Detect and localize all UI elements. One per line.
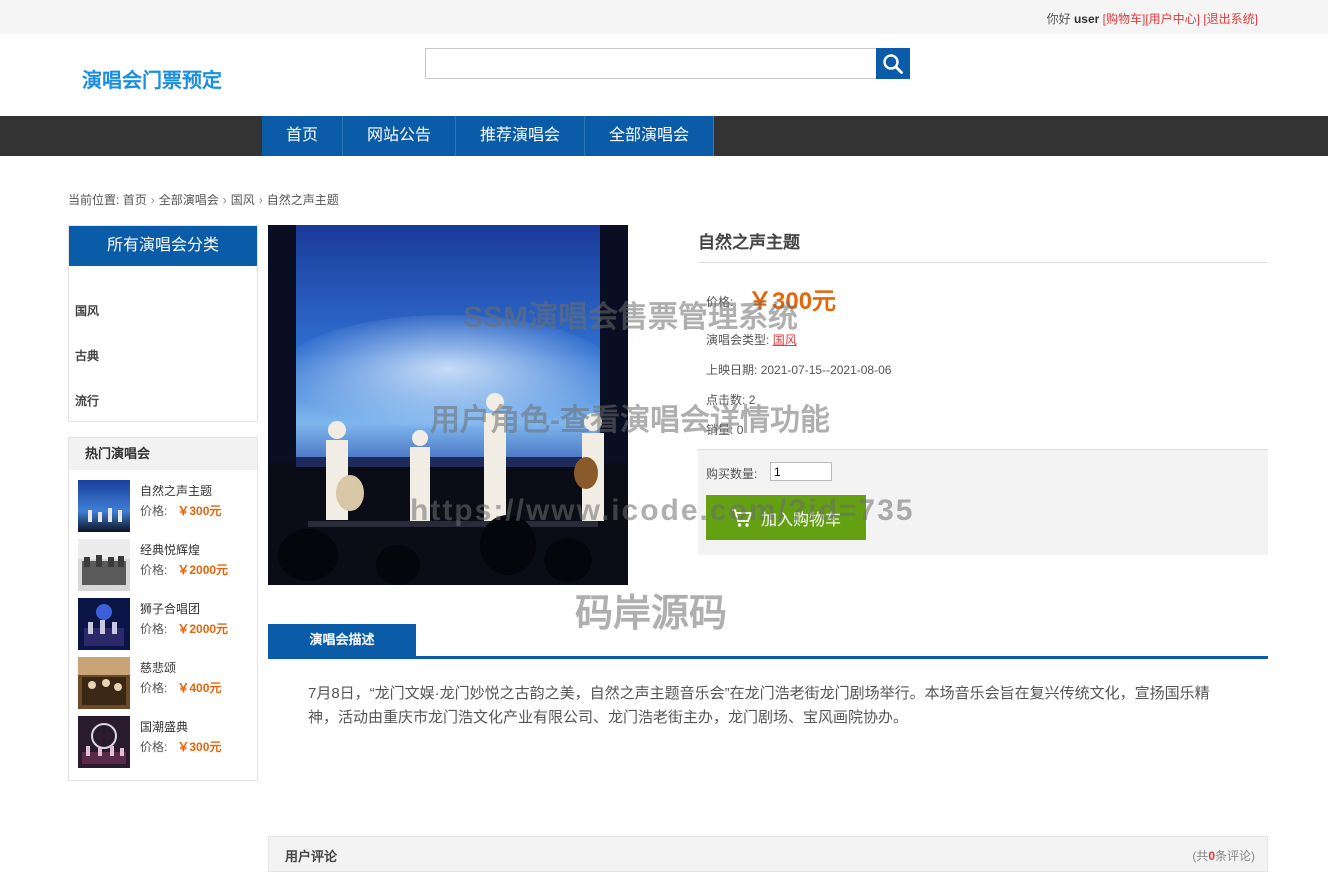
breadcrumb-category[interactable]: 国风: [231, 193, 255, 207]
hot-concert-name: 经典悦辉煌: [140, 543, 201, 557]
add-to-cart-button[interactable]: 加入购物车: [706, 495, 866, 540]
price-value: ￥300元: [177, 740, 222, 754]
show-date-value: 2021-07-15--2021-08-06: [760, 363, 892, 377]
show-date-row: 上映日期: 2021-07-15--2021-08-06: [706, 361, 891, 378]
hot-concert-name: 狮子合唱团: [140, 602, 201, 616]
concert-type-row: 演唱会类型: 国风: [706, 331, 797, 348]
greeting-text: 你好: [1046, 12, 1071, 26]
breadcrumb-prefix: 当前位置:: [68, 193, 120, 207]
chevron-right-icon: ›: [150, 193, 155, 207]
concert-type-label: 演唱会类型:: [706, 333, 770, 347]
price-value: ￥2000元: [177, 622, 229, 636]
price-label: 价格:: [140, 504, 168, 518]
category-panel-title: 所有演唱会分类: [69, 226, 257, 266]
shopping-cart-icon: [731, 508, 752, 527]
sales-row: 销量: 0: [706, 421, 743, 438]
nav-all-concerts[interactable]: 全部演唱会: [585, 116, 715, 156]
count-suffix: 条评论): [1215, 849, 1255, 863]
hot-concerts-title: 热门演唱会: [69, 438, 257, 470]
hot-concert-name: 慈悲颂: [140, 661, 177, 675]
hot-concert-item[interactable]: 狮子合唱团 价格: ￥2000元: [78, 598, 253, 650]
breadcrumb-home[interactable]: 首页: [123, 193, 147, 207]
tab-underline: [268, 656, 1268, 659]
comments-title: 用户评论: [285, 849, 338, 864]
breadcrumb-current: 自然之声主题: [266, 193, 339, 207]
price-value: ￥2000元: [177, 563, 229, 577]
concert-thumbnail: [78, 539, 130, 591]
comments-count: (共0条评论): [1192, 847, 1255, 864]
nav-recommended[interactable]: 推荐演唱会: [456, 116, 586, 156]
price-value: ￥300元: [177, 504, 222, 518]
category-item[interactable]: 流行: [75, 392, 99, 409]
hot-concert-price: 价格: ￥300元: [140, 738, 221, 755]
price-label: 价格:: [140, 681, 168, 695]
hot-concerts-panel: 热门演唱会 自然之声主题 价格: ￥300元 经典悦辉煌 价格: ￥2000元 狮子…: [68, 437, 258, 781]
price-label: 价格:: [140, 622, 168, 636]
concert-thumbnail: [78, 657, 130, 709]
search-input[interactable]: [425, 48, 877, 79]
hot-concert-item[interactable]: 自然之声主题 价格: ￥300元: [78, 480, 253, 532]
sales-label: 销量:: [706, 423, 734, 437]
quantity-input[interactable]: [770, 462, 832, 481]
hot-concert-name: 国潮盛典: [140, 720, 189, 734]
sales-value: 0: [736, 423, 744, 437]
concert-description: 7月8日，“龙门文娱·龙门妙悦之古韵之美，自然之声主题音乐会”在龙门浩老街龙门剧…: [308, 685, 1210, 726]
title-divider: [698, 262, 1268, 263]
category-panel: 所有演唱会分类 国风 古典 流行: [68, 225, 258, 422]
search-button[interactable]: [876, 48, 910, 79]
category-item[interactable]: 古典: [75, 347, 99, 364]
cart-link[interactable]: [购物车]: [1103, 12, 1146, 26]
concert-thumbnail: [78, 716, 130, 768]
breadcrumb: 当前位置: 首页 › 全部演唱会 › 国风 › 自然之声主题: [68, 191, 339, 208]
concert-type-link[interactable]: 国风: [773, 333, 797, 347]
chevron-right-icon: ›: [258, 193, 263, 207]
price-label: 价格:: [140, 740, 168, 754]
main-nav: 首页 网站公告 推荐演唱会 全部演唱会: [0, 116, 1328, 156]
show-date-label: 上映日期:: [706, 363, 758, 377]
add-to-cart-label: 加入购物车: [760, 511, 841, 529]
purchase-panel: 购买数量: 加入购物车: [698, 449, 1268, 555]
price-value: ￥400元: [177, 681, 222, 695]
hot-concert-price: 价格: ￥2000元: [140, 561, 228, 578]
hot-concert-item[interactable]: 经典悦辉煌 价格: ￥2000元: [78, 539, 253, 591]
username: user: [1073, 12, 1100, 26]
quantity-label: 购买数量:: [706, 467, 758, 481]
comments-header: 用户评论 (共0条评论): [268, 836, 1268, 872]
chevron-right-icon: ›: [222, 193, 227, 207]
logout-link[interactable]: [退出系统]: [1203, 12, 1258, 26]
nav-announcements[interactable]: 网站公告: [343, 116, 457, 156]
hot-concert-name: 自然之声主题: [140, 484, 213, 498]
watermark-text: 码岸源码: [575, 593, 728, 635]
clicks-value: 2: [748, 393, 756, 407]
hot-concert-item[interactable]: 国潮盛典 价格: ￥300元: [78, 716, 253, 768]
concert-title: 自然之声主题: [698, 233, 800, 252]
count-value: 0: [1208, 849, 1215, 863]
hot-concert-price: 价格: ￥2000元: [140, 620, 228, 637]
concert-thumbnail: [78, 598, 130, 650]
hot-concert-item[interactable]: 慈悲颂 价格: ￥400元: [78, 657, 253, 709]
user-center-link[interactable]: [用户中心]: [1145, 12, 1200, 26]
count-prefix: (共: [1192, 849, 1209, 863]
site-logo[interactable]: 演唱会门票预定: [82, 64, 222, 93]
hot-concert-price: 价格: ￥300元: [140, 502, 221, 519]
concert-main-image: [268, 225, 628, 585]
hot-concert-price: 价格: ￥400元: [140, 679, 221, 696]
clicks-row: 点击数: 2: [706, 391, 755, 408]
clicks-label: 点击数:: [706, 393, 746, 407]
nav-home[interactable]: 首页: [262, 116, 344, 156]
concert-price: ￥300元: [748, 288, 837, 315]
breadcrumb-all[interactable]: 全部演唱会: [159, 193, 219, 207]
search-icon: [883, 53, 903, 74]
price-label: 价格:: [706, 295, 734, 309]
category-item[interactable]: 国风: [75, 302, 99, 319]
price-label: 价格:: [140, 563, 168, 577]
tab-description[interactable]: 演唱会描述: [268, 624, 416, 656]
user-links: 你好 user [购物车][用户中心] [退出系统]: [1047, 10, 1258, 27]
top-bar: 你好 user [购物车][用户中心] [退出系统]: [0, 0, 1328, 34]
concert-thumbnail: [78, 480, 130, 532]
